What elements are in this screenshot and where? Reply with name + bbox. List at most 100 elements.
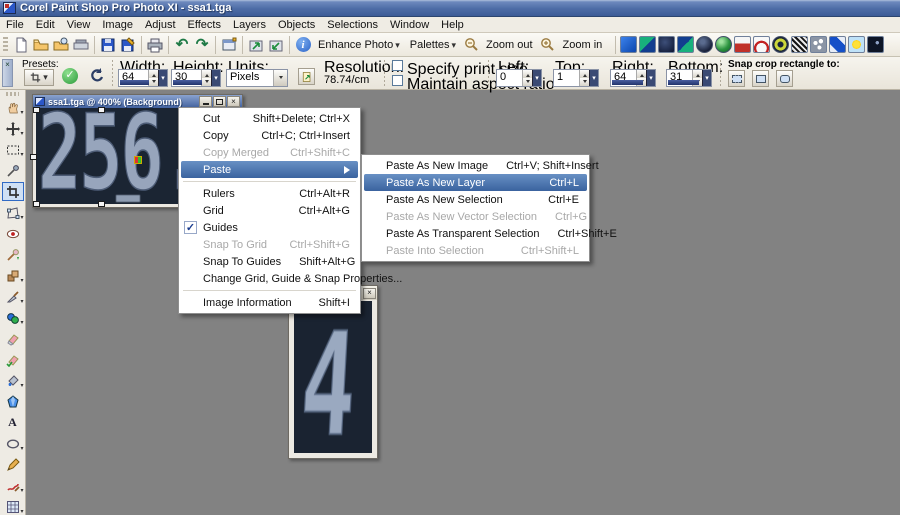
menu-item-paste-as-new-selection[interactable]: Paste As New SelectionCtrl+E: [364, 191, 587, 208]
tool-selection[interactable]: ▾: [2, 140, 24, 159]
scribble-icon[interactable]: [753, 36, 770, 53]
save-icon[interactable]: [98, 35, 118, 55]
menu-item-paste-as-transparent-selection[interactable]: Paste As Transparent SelectionCtrl+Shift…: [364, 225, 587, 242]
bottom-input[interactable]: 31 ▾: [666, 69, 712, 87]
menu-effects[interactable]: Effects: [182, 18, 227, 32]
menu-item-image-information[interactable]: Image InformationShift+I: [181, 294, 358, 311]
minimize-button[interactable]: [199, 96, 212, 107]
tool-pen[interactable]: [2, 455, 24, 474]
menu-item-snap-to-guides[interactable]: Snap To GuidesShift+Alt+G: [181, 253, 358, 270]
menu-selections[interactable]: Selections: [321, 18, 384, 32]
zoom-in-icon[interactable]: [538, 35, 558, 55]
menu-file[interactable]: File: [0, 18, 30, 32]
info-icon[interactable]: i: [293, 35, 313, 55]
tool-clone-brush[interactable]: ▾: [2, 266, 24, 285]
print-icon[interactable]: [145, 35, 165, 55]
floating-image-canvas[interactable]: 4: [294, 301, 372, 453]
maintain-aspect-ratio-checkbox[interactable]: [392, 75, 403, 86]
diamond-icon[interactable]: [829, 36, 846, 53]
toolbar-grip[interactable]: [3, 37, 8, 53]
zoom-out-icon[interactable]: [461, 35, 481, 55]
menu-item-cut[interactable]: CutShift+Delete; Ctrl+X: [181, 110, 358, 127]
menu-help[interactable]: Help: [435, 18, 470, 32]
close-icon[interactable]: ×: [5, 60, 10, 69]
save-as-icon[interactable]: [118, 35, 138, 55]
crop-handle-bottom-center[interactable]: [98, 201, 105, 207]
texture-icon[interactable]: [791, 36, 808, 53]
dots-icon[interactable]: [810, 36, 827, 53]
tool-dropper[interactable]: [2, 161, 24, 180]
tool-flood-fill[interactable]: ▾: [2, 371, 24, 390]
crop-handle-top-center[interactable]: [98, 107, 105, 113]
height-input[interactable]: 30 ▾: [171, 69, 221, 87]
tools-grip[interactable]: [6, 92, 19, 96]
width-slider-button[interactable]: ▾: [158, 70, 167, 86]
menu-item-copy[interactable]: CopyCtrl+C; Ctrl+Insert: [181, 127, 358, 144]
photo-red-icon[interactable]: [734, 36, 751, 53]
tool-makeover[interactable]: [2, 245, 24, 264]
top-input[interactable]: 1 ▾: [553, 69, 599, 87]
reset-button[interactable]: [88, 67, 105, 89]
presets-button[interactable]: ▾: [24, 69, 54, 86]
menu-item-paste[interactable]: Paste: [181, 161, 358, 178]
width-input[interactable]: 64 ▾: [118, 69, 168, 87]
undo-icon[interactable]: ↶: [172, 35, 192, 55]
zoom-in-button[interactable]: Zoom in: [558, 37, 608, 53]
tool-color-changer[interactable]: [2, 392, 24, 411]
close-button[interactable]: ×: [363, 288, 376, 299]
crop-handle-left-middle[interactable]: [30, 154, 37, 160]
dropdown-arrow-icon[interactable]: [273, 70, 287, 86]
export-icon[interactable]: [266, 35, 286, 55]
sun-icon[interactable]: [848, 36, 865, 53]
dark-sphere-icon[interactable]: [658, 36, 675, 53]
menu-item-paste-as-new-vector-selection[interactable]: Paste As New Vector SelectionCtrl+G: [364, 208, 587, 225]
menu-item-change-grid-guide-snap[interactable]: Change Grid, Guide & Snap Properties...: [181, 270, 358, 287]
tool-color-replacer[interactable]: ▾: [2, 308, 24, 327]
menu-layers[interactable]: Layers: [227, 18, 272, 32]
palettes-button[interactable]: Palettes▾: [405, 37, 461, 53]
menu-item-guides[interactable]: ✓Guides: [181, 219, 358, 236]
pinwheel-icon[interactable]: [639, 36, 656, 53]
tool-background-eraser[interactable]: [2, 350, 24, 369]
tool-mesh-warp[interactable]: ▾: [2, 497, 24, 515]
menu-window[interactable]: Window: [384, 18, 435, 32]
pinwheel2-icon[interactable]: [677, 36, 694, 53]
menu-item-copy-merged[interactable]: Copy MergedCtrl+Shift+C: [181, 144, 358, 161]
specify-print-size-checkbox[interactable]: [392, 60, 403, 71]
tool-pan[interactable]: ▾: [2, 98, 24, 117]
menu-item-paste-into-selection[interactable]: Paste Into SelectionCtrl+Shift+L: [364, 242, 587, 259]
snap-layer-button[interactable]: [728, 70, 745, 87]
tool-red-eye[interactable]: [2, 224, 24, 243]
tool-warp-brush[interactable]: ▾: [2, 476, 24, 495]
menu-item-paste-as-new-image[interactable]: Paste As New ImageCtrl+V; Shift+Insert: [364, 157, 587, 174]
zoom-out-button[interactable]: Zoom out: [481, 37, 537, 53]
tool-text[interactable]: A: [2, 413, 24, 432]
snap-merged-button[interactable]: [776, 70, 793, 87]
crop-pivot-marker[interactable]: [135, 157, 141, 163]
green-globe-icon[interactable]: [715, 36, 732, 53]
options-palette-handle[interactable]: ×: [2, 59, 13, 87]
browse-icon[interactable]: [51, 35, 71, 55]
left-input[interactable]: 0 ▾: [496, 69, 542, 87]
menu-item-grid[interactable]: GridCtrl+Alt+G: [181, 202, 358, 219]
tool-straighten[interactable]: ▾: [2, 203, 24, 222]
open-icon[interactable]: [31, 35, 51, 55]
crop-handle-bottom-left[interactable]: [33, 201, 40, 207]
height-slider-button[interactable]: ▾: [211, 70, 220, 86]
tool-scratch-remover[interactable]: ▾: [2, 287, 24, 306]
apply-button[interactable]: ✓: [62, 68, 78, 84]
menu-item-snap-to-grid[interactable]: Snap To GridCtrl+Shift+G: [181, 236, 358, 253]
import-icon[interactable]: [246, 35, 266, 55]
night-photo-icon[interactable]: [867, 36, 884, 53]
menu-image[interactable]: Image: [96, 18, 139, 32]
width-spinner[interactable]: [148, 70, 158, 86]
right-input[interactable]: 64 ▾: [610, 69, 656, 87]
resize-dialog-icon[interactable]: [219, 35, 239, 55]
ring-icon[interactable]: [772, 36, 789, 53]
tool-eraser[interactable]: [2, 329, 24, 348]
new-icon[interactable]: [11, 35, 31, 55]
menu-item-rulers[interactable]: RulersCtrl+Alt+R: [181, 185, 358, 202]
menu-item-paste-as-new-layer[interactable]: Paste As New LayerCtrl+L: [364, 174, 587, 191]
scan-icon[interactable]: [71, 35, 91, 55]
units-dropdown[interactable]: Pixels: [226, 69, 288, 87]
